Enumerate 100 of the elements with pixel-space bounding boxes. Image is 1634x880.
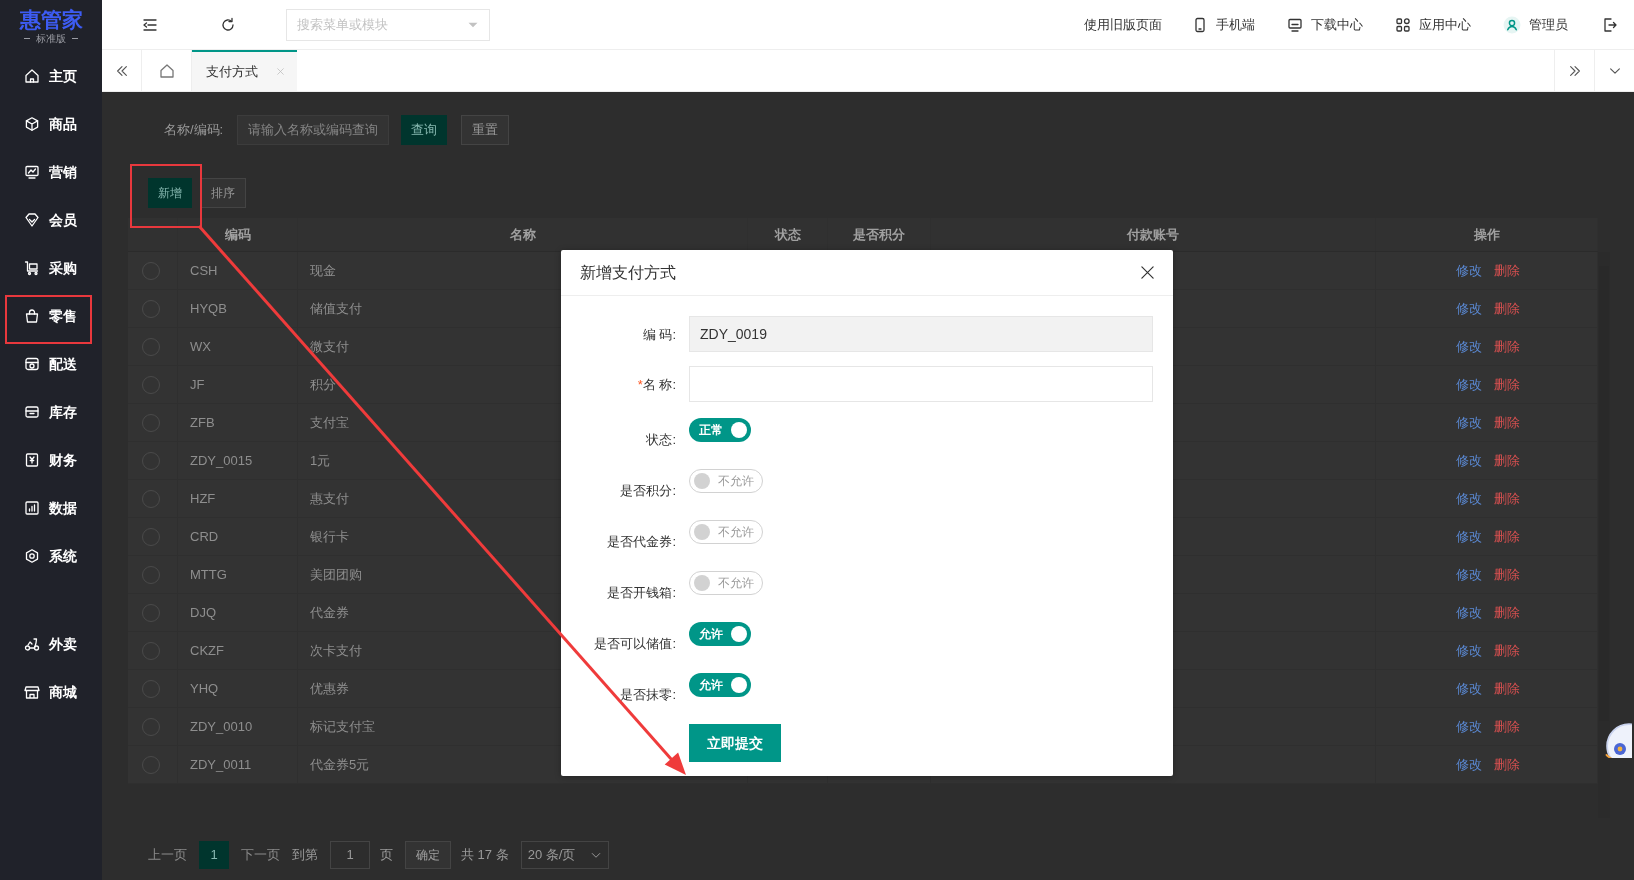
table-cell: DJQ (178, 594, 298, 631)
field-label: 是否代金券: (606, 533, 677, 551)
delete-link[interactable]: 删除 (1494, 640, 1520, 661)
sidebar-item[interactable]: 系统 (0, 532, 102, 580)
query-button[interactable]: 查询 (401, 115, 448, 145)
table-cell: HYQB (178, 290, 298, 327)
column-header: 编码 (178, 218, 298, 251)
sidebar-item[interactable]: 营销 (0, 148, 102, 196)
edit-link[interactable]: 修改 (1456, 298, 1482, 319)
header-link[interactable]: 手机端 (1192, 14, 1255, 35)
delete-link[interactable]: 删除 (1494, 488, 1520, 509)
sidebar-item[interactable]: 会员 (0, 196, 102, 244)
search-select[interactable]: 搜索菜单或模块 (286, 8, 490, 41)
edit-link[interactable]: 修改 (1456, 640, 1482, 661)
drawer-icon (24, 404, 40, 420)
sidebar-item[interactable]: 主页 (0, 52, 102, 100)
edit-link[interactable]: 修改 (1456, 678, 1482, 699)
edit-link[interactable]: 修改 (1456, 260, 1482, 281)
cube-icon (24, 116, 40, 132)
grid-icon (1395, 16, 1411, 33)
field-label: 是否积分: (619, 482, 677, 500)
table-cell: JF (178, 366, 298, 403)
page-size-select[interactable]: 20 条/页 (520, 841, 609, 869)
confirm-button[interactable]: 确定 (405, 841, 451, 869)
edit-link[interactable]: 修改 (1456, 754, 1482, 775)
table-cell: CKZF (178, 632, 298, 669)
bar-chart-icon (24, 500, 40, 516)
input-field[interactable] (689, 366, 1153, 402)
header-link[interactable]: 管理员 (1503, 14, 1568, 35)
highlight-frame (130, 164, 202, 228)
delete-link[interactable]: 删除 (1494, 678, 1520, 699)
sidebar-item[interactable]: 外卖 (0, 620, 102, 668)
sidebar-item[interactable]: 库存 (0, 388, 102, 436)
table-cell: CRD (178, 518, 298, 555)
sidebar-item[interactable]: 商品 (0, 100, 102, 148)
reset-button[interactable]: 重置 (461, 115, 510, 145)
sidebar-item[interactable]: 财务 (0, 436, 102, 484)
page-unit-label: 页 (380, 846, 393, 865)
delete-link[interactable]: 删除 (1494, 450, 1520, 471)
close-icon (276, 67, 285, 76)
field-label: 是否可以储值: (593, 635, 677, 653)
page-number[interactable]: 1 (199, 841, 229, 869)
input-field[interactable]: ZDY_0019 (689, 316, 1153, 352)
edit-link[interactable]: 修改 (1456, 450, 1482, 471)
delete-link[interactable]: 删除 (1494, 754, 1520, 775)
sidebar-item[interactable]: 采购 (0, 244, 102, 292)
edit-link[interactable]: 修改 (1456, 716, 1482, 737)
delete-link[interactable]: 删除 (1494, 374, 1520, 395)
table-cell: YHQ (178, 670, 298, 707)
table-cell: MTTG (178, 556, 298, 593)
sidebar-item[interactable]: 配送 (0, 340, 102, 388)
table-cell: HZF (178, 480, 298, 517)
table-cell: ZDY_0010 (178, 708, 298, 745)
edit-link[interactable]: 修改 (1456, 374, 1482, 395)
refresh-icon[interactable] (220, 16, 236, 33)
scooter-icon (24, 636, 40, 652)
add-button[interactable]: 新增 (148, 178, 192, 208)
delete-link[interactable]: 删除 (1494, 602, 1520, 623)
sort-button[interactable]: 排序 (200, 178, 246, 208)
delete-link[interactable]: 删除 (1494, 298, 1520, 319)
field-label: 编 码: (641, 326, 677, 344)
sidebar-item[interactable]: 零售 (0, 292, 102, 340)
edit-link[interactable]: 修改 (1456, 412, 1482, 433)
edit-link[interactable]: 修改 (1456, 564, 1482, 585)
monitor-icon (1287, 16, 1303, 33)
delete-link[interactable]: 删除 (1494, 526, 1520, 547)
close-icon[interactable] (1140, 265, 1155, 280)
header-link[interactable]: 应用中心 (1395, 14, 1471, 35)
edit-link[interactable]: 修改 (1456, 602, 1482, 623)
bag-icon (24, 308, 40, 324)
toggle-switch[interactable]: 允许 (689, 622, 751, 646)
delete-link[interactable]: 删除 (1494, 260, 1520, 281)
menu-fold-icon[interactable] (142, 16, 158, 33)
page-tab[interactable]: 支付方式 (192, 50, 297, 91)
column-header: 操作 (1376, 218, 1598, 251)
header-link[interactable]: 下载中心 (1287, 14, 1363, 35)
submit-button[interactable]: 立即提交 (689, 724, 781, 762)
sidebar-item[interactable]: 数据 (0, 484, 102, 532)
header-link[interactable]: 使用旧版页面 (1084, 14, 1162, 35)
delete-link[interactable]: 删除 (1494, 412, 1520, 433)
delete-link[interactable]: 删除 (1494, 716, 1520, 737)
sidebar-item[interactable]: 商城 (0, 668, 102, 716)
hexagon-icon (24, 548, 40, 564)
phone-icon (1192, 16, 1208, 33)
field-label: *名 称: (636, 376, 677, 394)
toggle-switch[interactable]: 正常 (689, 418, 751, 442)
delete-link[interactable]: 删除 (1494, 564, 1520, 585)
user-icon (1503, 15, 1521, 34)
logout-icon[interactable] (1602, 16, 1618, 33)
delete-link[interactable]: 删除 (1494, 336, 1520, 357)
search-field[interactable]: 请输入名称或编码查询 (237, 115, 390, 145)
edit-link[interactable]: 修改 (1456, 488, 1482, 509)
dialog-title: 新增支付方式 (580, 262, 676, 283)
chevrons-right-icon (1567, 63, 1582, 78)
yen-icon (24, 452, 40, 468)
total-count: 共 17 条 (461, 846, 509, 865)
edit-link[interactable]: 修改 (1456, 336, 1482, 357)
edit-link[interactable]: 修改 (1456, 526, 1482, 547)
toggle-switch[interactable]: 允许 (689, 673, 751, 697)
page-input[interactable]: 1 (330, 841, 370, 869)
